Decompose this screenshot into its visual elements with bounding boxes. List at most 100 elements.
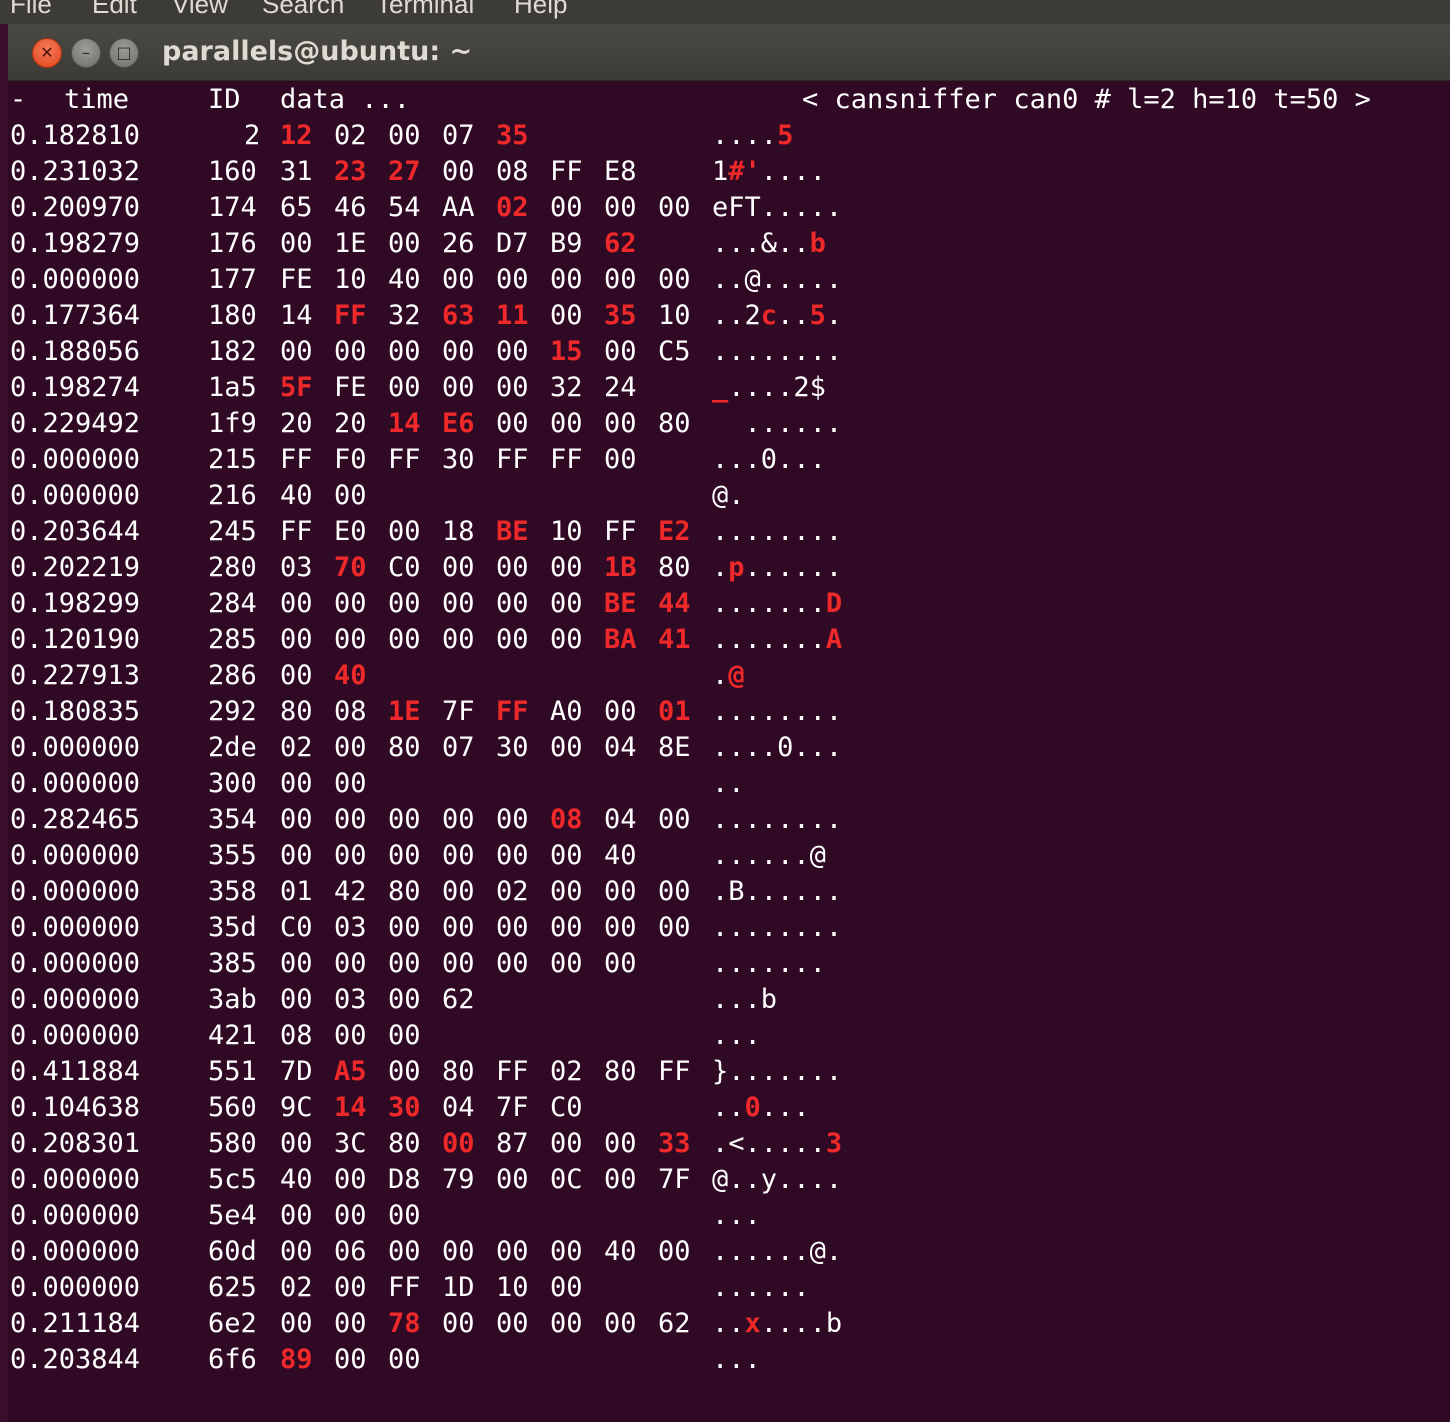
data-byte: 79 [442, 1164, 475, 1195]
data-byte: 00 [334, 948, 367, 979]
minimize-window-button[interactable]: – [71, 38, 101, 68]
frame-time: 0.000000 [10, 1200, 141, 1231]
data-byte: 08 [550, 804, 583, 835]
frame-ascii: ....5 [712, 120, 794, 151]
data-byte: 00 [550, 588, 583, 619]
menu-view[interactable]: View [172, 0, 228, 17]
data-byte: 40 [604, 1236, 637, 1267]
data-byte: FF [604, 516, 637, 547]
data-byte: 00 [388, 1020, 421, 1051]
data-byte: 00 [604, 444, 637, 475]
data-byte: 07 [442, 120, 475, 151]
frame-id: 176 [208, 228, 257, 259]
close-window-button[interactable]: ✕ [32, 38, 62, 68]
data-byte: 00 [550, 732, 583, 763]
data-byte: 00 [550, 912, 583, 943]
frame-id: 3ab [208, 984, 257, 1015]
terminal-output[interactable]: - time ID data ... < cansniffer can0 # l… [10, 82, 1450, 1422]
frame-id: 180 [208, 300, 257, 331]
frame-ascii: eFT..... [712, 192, 843, 223]
frame-time: 0.229492 [10, 408, 141, 439]
data-byte: 00 [388, 1236, 421, 1267]
data-byte: 00 [442, 372, 475, 403]
menu-file[interactable]: File [10, 0, 52, 17]
data-byte: 00 [280, 336, 313, 367]
data-byte: FF [550, 444, 583, 475]
frame-ascii: }....... [712, 1056, 843, 1087]
data-byte: E0 [334, 516, 367, 547]
data-byte: 00 [388, 840, 421, 871]
frame-time: 0.104638 [10, 1092, 141, 1123]
frame-time: 0.198274 [10, 372, 141, 403]
data-byte: C0 [388, 552, 421, 583]
data-byte: 00 [442, 588, 475, 619]
frame-time: 0.203644 [10, 516, 141, 547]
data-byte: 00 [496, 1236, 529, 1267]
data-byte: 00 [334, 840, 367, 871]
data-byte: 00 [442, 552, 475, 583]
data-byte: 00 [550, 1308, 583, 1339]
data-byte: F0 [334, 444, 367, 475]
data-byte: 00 [604, 1128, 637, 1159]
data-byte: 31 [280, 156, 313, 187]
data-byte: FE [334, 372, 367, 403]
frame-id: 292 [208, 696, 257, 727]
frame-time: 0.208301 [10, 1128, 141, 1159]
data-byte: 30 [496, 732, 529, 763]
data-byte: 00 [280, 228, 313, 259]
data-byte: 00 [442, 1236, 475, 1267]
data-byte: 02 [496, 876, 529, 907]
data-byte: 00 [550, 552, 583, 583]
data-byte: 78 [388, 1308, 421, 1339]
data-byte: 20 [280, 408, 313, 439]
data-byte: 00 [280, 1308, 313, 1339]
frame-time: 0.000000 [10, 1272, 141, 1303]
frame-id: 358 [208, 876, 257, 907]
frame-time: 0.180835 [10, 696, 141, 727]
data-byte: 00 [280, 1236, 313, 1267]
data-byte: 00 [334, 804, 367, 835]
frame-time: 0.198279 [10, 228, 141, 259]
frame-ascii: ..2c..5. [712, 300, 843, 331]
window-titlebar[interactable]: ✕ – □ parallels@ubuntu: ~ [8, 24, 1450, 81]
data-byte: C0 [280, 912, 313, 943]
data-byte: 00 [388, 588, 421, 619]
data-byte: 42 [334, 876, 367, 907]
data-byte: 26 [442, 228, 475, 259]
header-status: < cansniffer can0 # l=2 h=10 t=50 > [802, 84, 1371, 115]
frame-time: 0.000000 [10, 1020, 141, 1051]
frame-time: 0.177364 [10, 300, 141, 331]
data-byte: 00 [388, 516, 421, 547]
data-byte: C5 [658, 336, 691, 367]
data-byte: FF [658, 1056, 691, 1087]
data-byte: 00 [442, 876, 475, 907]
data-byte: 40 [280, 480, 313, 511]
menu-edit[interactable]: Edit [92, 0, 137, 17]
data-byte: 7F [496, 1092, 529, 1123]
data-byte: 00 [334, 624, 367, 655]
data-byte: 00 [442, 336, 475, 367]
frame-ascii: ....... [712, 948, 826, 979]
data-byte: 00 [388, 984, 421, 1015]
menu-help[interactable]: Help [514, 0, 567, 17]
data-byte: 80 [280, 696, 313, 727]
data-byte: 35 [604, 300, 637, 331]
data-byte: A5 [334, 1056, 367, 1087]
header-data: data ... [280, 84, 411, 115]
data-byte: 00 [550, 876, 583, 907]
menu-terminal[interactable]: Terminal [376, 0, 474, 17]
maximize-window-button[interactable]: □ [109, 38, 139, 68]
data-byte: 00 [496, 1308, 529, 1339]
data-byte: 00 [550, 408, 583, 439]
data-byte: 00 [496, 372, 529, 403]
data-byte: 00 [550, 264, 583, 295]
data-byte: 15 [550, 336, 583, 367]
data-byte: 00 [496, 1164, 529, 1195]
menu-search[interactable]: Search [262, 0, 344, 17]
frame-ascii: ..0... [712, 1092, 810, 1123]
data-byte: 00 [604, 336, 637, 367]
data-byte: 23 [334, 156, 367, 187]
app-menubar: File Edit View Search Terminal Help [0, 0, 1450, 24]
data-byte: 00 [550, 1236, 583, 1267]
frame-ascii: ......@. [712, 1236, 843, 1267]
